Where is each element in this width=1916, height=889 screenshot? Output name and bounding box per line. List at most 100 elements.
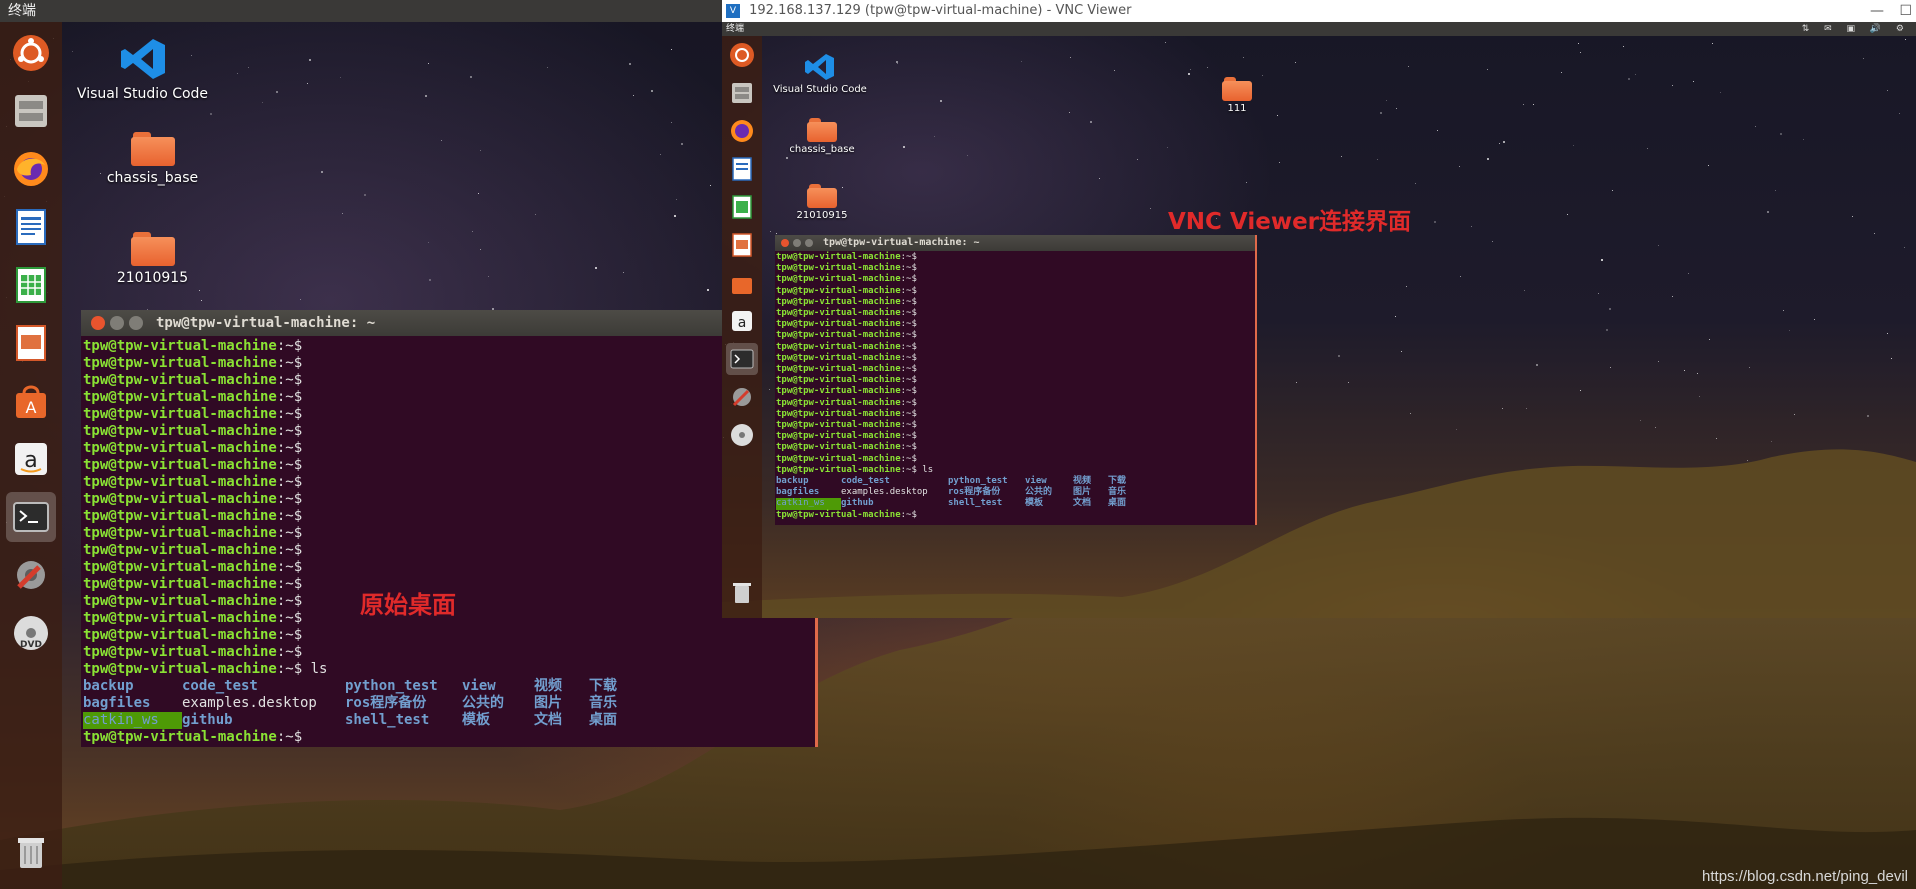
- terminal-window[interactable]: tpw@tpw-virtual-machine: ~ tpw@tpw-virtu…: [775, 235, 1257, 525]
- terminal-prompt-line: tpw@tpw-virtual-machine:~$: [83, 644, 813, 661]
- star: [1113, 69, 1115, 71]
- star: [320, 170, 323, 173]
- star: [675, 198, 677, 200]
- ls-entry: 图片: [534, 695, 562, 711]
- star: [1774, 190, 1776, 192]
- ls-entry: 下载: [1108, 476, 1127, 487]
- maximize-icon[interactable]: [805, 239, 813, 247]
- star: [1020, 61, 1022, 63]
- settings-launcher-button[interactable]: [726, 381, 758, 413]
- prompt-user-host: tpw@tpw-virtual-machine: [83, 372, 277, 388]
- dvd-launcher-button[interactable]: [726, 419, 758, 451]
- amazon-launcher-button[interactable]: a: [6, 434, 56, 484]
- settings-launcher-button[interactable]: [6, 550, 56, 600]
- vnc-viewer-window[interactable]: V 192.168.137.129 (tpw@tpw-virtual-machi…: [722, 0, 1916, 618]
- terminal-launcher-button[interactable]: [6, 492, 56, 542]
- vnc-remote-desktop[interactable]: 终端 ⇅ ✉ ▣ 🔊 ⚙ a Visual Studio Code chassi…: [722, 22, 1916, 618]
- dvd-launcher-button[interactable]: DVD: [6, 608, 56, 658]
- impress-launcher-button[interactable]: [6, 318, 56, 368]
- star: [1692, 81, 1694, 83]
- terminal-prompt-line: tpw@tpw-virtual-machine:~$: [83, 338, 813, 355]
- calc-launcher-button[interactable]: [726, 191, 758, 223]
- maximize-icon[interactable]: ☐: [1899, 0, 1912, 22]
- ls-entry: code_test: [182, 678, 258, 694]
- software-center-launcher-button[interactable]: A: [6, 376, 56, 426]
- star: [1245, 181, 1247, 183]
- terminal-prompt-line: tpw@tpw-virtual-machine:~$: [83, 457, 813, 474]
- desktop-icon-21010915[interactable]: 21010915: [782, 184, 862, 221]
- minimize-icon[interactable]: —: [1870, 0, 1884, 22]
- terminal-window[interactable]: tpw@tpw-virtual-machine: ~ tpw@tpw-virtu…: [81, 310, 818, 747]
- ls-entry: ros程序备份: [948, 487, 1001, 498]
- star: [1471, 226, 1473, 228]
- top-panel: 终端: [0, 0, 722, 22]
- star: [1605, 328, 1608, 331]
- desktop-icon-vscode[interactable]: Visual Studio Code: [770, 52, 870, 95]
- prompt-path: :~$: [276, 644, 303, 660]
- star: [674, 215, 677, 218]
- star: [1348, 381, 1350, 383]
- trash-launcher-button[interactable]: [726, 576, 758, 608]
- desktop-icon-chassis-base[interactable]: chassis_base: [782, 118, 862, 155]
- terminal-launcher-button[interactable]: [726, 343, 758, 375]
- terminal-icon: [13, 502, 49, 532]
- maximize-icon[interactable]: [129, 316, 143, 330]
- terminal-titlebar[interactable]: tpw@tpw-virtual-machine: ~: [81, 310, 815, 336]
- calc-launcher-button[interactable]: [6, 260, 56, 310]
- terminal-body[interactable]: tpw@tpw-virtual-machine:~$ tpw@tpw-virtua…: [81, 336, 815, 747]
- prompt-path: :~$: [900, 274, 917, 285]
- star: [1610, 366, 1612, 368]
- software-center-launcher-button[interactable]: [726, 267, 758, 299]
- writer-launcher-button[interactable]: [726, 153, 758, 185]
- star: [897, 62, 899, 64]
- star: [670, 121, 672, 123]
- minimize-icon[interactable]: [793, 239, 801, 247]
- star: [770, 231, 772, 233]
- star: [1486, 157, 1489, 160]
- ubuntu-dash-button[interactable]: [726, 39, 758, 71]
- terminal-body[interactable]: tpw@tpw-virtual-machine:~$ tpw@tpw-virtua…: [775, 251, 1255, 522]
- star: [487, 275, 489, 277]
- vnc-tray-icons[interactable]: ⇅ ✉ ▣ 🔊 ⚙: [1802, 22, 1910, 36]
- spreadsheet-icon: [16, 267, 46, 303]
- firefox-launcher-button[interactable]: [726, 115, 758, 147]
- vnc-titlebar[interactable]: V 192.168.137.129 (tpw@tpw-virtual-machi…: [722, 0, 1916, 22]
- writer-launcher-button[interactable]: [6, 202, 56, 252]
- prompt-user-host: tpw@tpw-virtual-machine: [83, 661, 277, 677]
- terminal-prompt-line: tpw@tpw-virtual-machine:~$: [776, 420, 1254, 431]
- desktop-icon-vscode[interactable]: Visual Studio Code: [70, 36, 215, 102]
- close-icon[interactable]: [781, 239, 789, 247]
- firefox-launcher-button[interactable]: [6, 144, 56, 194]
- trash-launcher-button[interactable]: [6, 827, 56, 877]
- star: [1460, 275, 1462, 277]
- impress-launcher-button[interactable]: [726, 229, 758, 261]
- desktop-icon-21010915[interactable]: 21010915: [100, 232, 205, 286]
- star: [470, 75, 473, 78]
- star: [1688, 272, 1690, 274]
- desktop-icon-label: 21010915: [796, 210, 848, 221]
- amazon-launcher-button[interactable]: a: [726, 305, 758, 337]
- ls-entry: 下载: [589, 678, 617, 694]
- prompt-path: :~$: [276, 525, 303, 541]
- close-icon[interactable]: [91, 316, 105, 330]
- star: [1486, 68, 1488, 70]
- prompt-path: :~$: [900, 319, 917, 330]
- folder-icon: [807, 118, 837, 142]
- star: [1789, 330, 1791, 332]
- star: [1401, 350, 1403, 352]
- star: [1502, 408, 1504, 410]
- desktop-icon-111[interactable]: 111: [1212, 77, 1262, 114]
- terminal-titlebar[interactable]: tpw@tpw-virtual-machine: ~: [775, 235, 1255, 251]
- files-launcher-button[interactable]: [726, 77, 758, 109]
- prompt-path: :~$: [276, 474, 303, 490]
- minimize-icon[interactable]: [110, 316, 124, 330]
- ls-entry: catkin_ws: [776, 498, 841, 510]
- files-launcher-button[interactable]: [6, 86, 56, 136]
- desktop-icon-chassis-base[interactable]: chassis_base: [100, 132, 205, 186]
- prompt-path: :~$: [900, 308, 917, 319]
- prompt-path: :~$: [900, 442, 917, 453]
- ubuntu-dash-button[interactable]: [6, 28, 56, 78]
- terminal-prompt-line: tpw@tpw-virtual-machine:~$: [776, 308, 1254, 319]
- terminal-prompt-line: tpw@tpw-virtual-machine:~$: [83, 508, 813, 525]
- star: [1803, 138, 1805, 140]
